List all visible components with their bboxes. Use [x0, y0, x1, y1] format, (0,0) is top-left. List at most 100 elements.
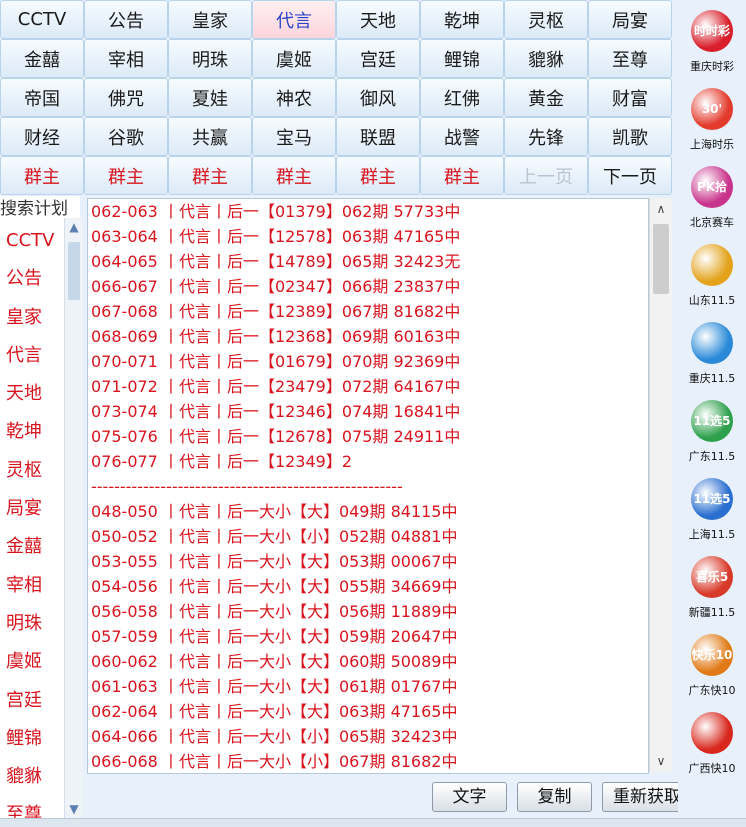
tab-佛咒[interactable]: 佛咒	[84, 78, 168, 117]
lottery-label: 广东快10	[688, 684, 736, 697]
tab-宰相[interactable]: 宰相	[84, 39, 168, 78]
lottery-label: 广西快10	[688, 762, 736, 775]
tab-乾坤[interactable]: 乾坤	[420, 0, 504, 39]
tab-联盟[interactable]: 联盟	[336, 117, 420, 156]
content-scrollbar[interactable]: ∧ ∨	[649, 198, 672, 772]
left-plan-item[interactable]: 金囍	[0, 528, 64, 566]
tab-财富[interactable]: 财富	[588, 78, 672, 117]
tab-至尊[interactable]: 至尊	[588, 39, 672, 78]
lottery-logo-text: PK拾	[696, 180, 728, 194]
action-buttons: 文字 复制 重新获取	[432, 782, 692, 812]
result-line: 071-072 丨代言丨后一【23479】072期 64167中	[91, 377, 461, 396]
left-plan-item[interactable]: 局宴	[0, 490, 64, 528]
text-button[interactable]: 文字	[432, 782, 507, 812]
tab-代言[interactable]: 代言	[252, 0, 336, 39]
result-line: 067-068 丨代言丨后一【12389】067期 81682中	[91, 302, 461, 321]
result-line: 068-069 丨代言丨后一【12368】069期 60163中	[91, 327, 461, 346]
left-plan-item[interactable]: 至尊	[0, 796, 64, 818]
tab-虞姬[interactable]: 虞姬	[252, 39, 336, 78]
lottery-link[interactable]: 山东11.5	[678, 234, 746, 312]
left-plan-item[interactable]: 宫廷	[0, 682, 64, 720]
result-line: 054-056 丨代言丨后一大小【大】055期 34669中	[91, 577, 458, 596]
tab-宝马[interactable]: 宝马	[252, 117, 336, 156]
lottery-label: 北京赛车	[690, 216, 734, 229]
tab-战警[interactable]: 战警	[420, 117, 504, 156]
lottery-link[interactable]: 喜乐5 新疆11.5	[678, 546, 746, 624]
result-line: 062-063 丨代言丨后一【01379】062期 57733中	[91, 202, 461, 221]
tab-灵枢[interactable]: 灵枢	[504, 0, 588, 39]
lottery-link[interactable]: 快乐10 广东快10	[678, 624, 746, 702]
left-scrollbar[interactable]: ▲ ▼	[64, 218, 83, 818]
left-plan-item[interactable]: 天地	[0, 375, 64, 413]
tab-上一页[interactable]: 上一页	[504, 156, 588, 195]
tab-群主[interactable]: 群主	[336, 156, 420, 195]
tab-共赢[interactable]: 共赢	[168, 117, 252, 156]
tab-下一页[interactable]: 下一页	[588, 156, 672, 195]
left-plan-item[interactable]: 公告	[0, 260, 64, 298]
lottery-link[interactable]: 11选5 上海11.5	[678, 468, 746, 546]
tab-宫廷[interactable]: 宫廷	[336, 39, 420, 78]
lottery-link[interactable]: 时时彩 重庆时彩	[678, 0, 746, 78]
tab-公告[interactable]: 公告	[84, 0, 168, 39]
result-line: 076-077 丨代言丨后一【12349】2	[91, 452, 353, 471]
left-plan-item[interactable]: CCTV	[0, 222, 64, 260]
left-plan-item[interactable]: 明珠	[0, 605, 64, 643]
lottery-logo-text: 30'	[701, 102, 723, 116]
tab-谷歌[interactable]: 谷歌	[84, 117, 168, 156]
lottery-link[interactable]: 重庆11.5	[678, 312, 746, 390]
tab-金囍[interactable]: 金囍	[0, 39, 84, 78]
tab-局宴[interactable]: 局宴	[588, 0, 672, 39]
scroll-down-icon[interactable]: ▼	[65, 800, 83, 818]
tab-群主[interactable]: 群主	[84, 156, 168, 195]
lottery-logo-text: 喜乐5	[695, 570, 729, 584]
scroll-down-icon[interactable]: ∨	[650, 750, 672, 772]
tab-群主[interactable]: 群主	[168, 156, 252, 195]
left-plan-item[interactable]: 虞姬	[0, 643, 64, 681]
left-plan-item[interactable]: 乾坤	[0, 413, 64, 451]
result-line: 064-065 丨代言丨后一【14789】065期 32423无	[91, 252, 461, 271]
tab-御风[interactable]: 御风	[336, 78, 420, 117]
separator-line: ----------------------------------------…	[91, 477, 403, 496]
lottery-logo-text	[691, 712, 733, 754]
left-plan-item[interactable]: 皇家	[0, 299, 64, 337]
scroll-up-icon[interactable]: ∧	[650, 198, 672, 220]
scroll-up-icon[interactable]: ▲	[65, 218, 83, 236]
tab-先锋[interactable]: 先锋	[504, 117, 588, 156]
lottery-label: 上海11.5	[688, 528, 736, 541]
lottery-tab-grid: CCTV 公告 皇家 代言 天地 乾坤 灵枢 局宴金囍 宰相 明珠 虞姬 宫廷 鲤锦 貔貅 至尊帝国 佛咒 夏娃…	[0, 0, 672, 196]
lottery-logo-icon	[691, 322, 733, 364]
tab-黄金[interactable]: 黄金	[504, 78, 588, 117]
lottery-link[interactable]: PK拾北京赛车	[678, 156, 746, 234]
left-plan-item[interactable]: 灵枢	[0, 452, 64, 490]
tab-夏娃[interactable]: 夏娃	[168, 78, 252, 117]
tab-鲤锦[interactable]: 鲤锦	[420, 39, 504, 78]
lottery-link[interactable]: 广西快10	[678, 702, 746, 780]
tab-群主[interactable]: 群主	[0, 156, 84, 195]
tab-群主[interactable]: 群主	[420, 156, 504, 195]
left-plan-item[interactable]: 代言	[0, 337, 64, 375]
lottery-link[interactable]: 30' 上海时乐	[678, 78, 746, 156]
result-text-area[interactable]: 062-063 丨代言丨后一【01379】062期 57733中 063-064 …	[87, 198, 649, 774]
left-plan-item[interactable]: 貔貅	[0, 758, 64, 796]
tab-群主[interactable]: 群主	[252, 156, 336, 195]
lottery-link[interactable]: 11选5 广东11.5	[678, 390, 746, 468]
tab-貔貅[interactable]: 貔貅	[504, 39, 588, 78]
tab-神农[interactable]: 神农	[252, 78, 336, 117]
lottery-label: 山东11.5	[688, 294, 736, 307]
lottery-logo-text	[691, 244, 733, 286]
tab-皇家[interactable]: 皇家	[168, 0, 252, 39]
tab-天地[interactable]: 天地	[336, 0, 420, 39]
tab-CCTV[interactable]: CCTV	[0, 0, 84, 39]
tab-财经[interactable]: 财经	[0, 117, 84, 156]
left-plan-item[interactable]: 宰相	[0, 567, 64, 605]
tab-红佛[interactable]: 红佛	[420, 78, 504, 117]
tab-明珠[interactable]: 明珠	[168, 39, 252, 78]
scroll-thumb[interactable]	[653, 224, 669, 294]
left-plan-item[interactable]: 鲤锦	[0, 720, 64, 758]
result-line: 053-055 丨代言丨后一大小【大】053期 00067中	[91, 552, 458, 571]
tab-帝国[interactable]: 帝国	[0, 78, 84, 117]
tab-凯歌[interactable]: 凯歌	[588, 117, 672, 156]
lottery-logo-icon: 11选5	[691, 400, 733, 442]
scroll-thumb[interactable]	[68, 242, 80, 300]
copy-button[interactable]: 复制	[517, 782, 592, 812]
